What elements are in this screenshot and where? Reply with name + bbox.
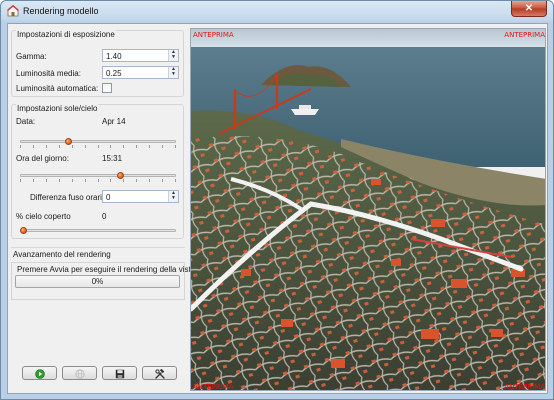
slider-tick <box>71 179 73 182</box>
gamma-stepper-arrows[interactable]: ▲ ▼ <box>168 50 178 61</box>
brightness-value: 0.25 <box>106 69 122 78</box>
down-arrow-icon[interactable]: ▼ <box>169 196 178 201</box>
slider-tick <box>149 145 151 148</box>
brightness-stepper-arrows[interactable]: ▲ ▼ <box>168 67 178 78</box>
slider-tick <box>136 179 138 182</box>
slider-tick <box>162 145 164 148</box>
close-button[interactable]: ✕ <box>511 1 547 17</box>
gamma-label: Gamma: <box>16 52 47 61</box>
slider-tick <box>149 179 151 182</box>
floppy-disk-icon <box>115 369 125 379</box>
settings-button[interactable] <box>142 366 177 380</box>
auto-brightness-label: Luminosità automatica: <box>16 84 99 93</box>
slider-tick <box>32 145 34 148</box>
down-arrow-icon[interactable]: ▼ <box>169 55 178 60</box>
date-slider-ticks <box>20 145 176 149</box>
app-icon <box>7 5 19 17</box>
slider-tick <box>175 145 176 148</box>
time-slider-thumb[interactable] <box>116 172 124 179</box>
slider-tick <box>84 179 86 182</box>
slider-tick <box>58 145 60 148</box>
slider-tick <box>162 179 164 182</box>
cloud-slider-thumb[interactable] <box>20 227 27 234</box>
render-progress-text: 0% <box>91 277 104 286</box>
preview-label-bottom-left: ANTEPRIMA <box>193 383 234 391</box>
slider-tick <box>123 179 125 182</box>
render-status-text: Premere Avvia per eseguire il rendering … <box>17 265 198 274</box>
exposure-group-title: Impostazioni di esposizione <box>16 30 116 39</box>
date-value: Apr 14 <box>102 117 126 126</box>
gamma-spinbox[interactable]: 1.40 ▲ ▼ <box>102 49 179 62</box>
date-slider-track[interactable] <box>20 140 176 143</box>
slider-tick <box>136 145 138 148</box>
render-progress-title: Avanzamento del rendering <box>13 250 111 259</box>
auto-brightness-checkbox[interactable] <box>102 83 112 93</box>
slider-tick <box>110 179 112 182</box>
cloud-cover-label: % cielo coperto <box>16 212 71 221</box>
timezone-value: 0 <box>106 193 111 202</box>
time-value: 15:31 <box>102 154 123 163</box>
slider-tick <box>20 145 21 148</box>
slider-tick <box>32 179 34 182</box>
time-slider-ticks <box>20 179 176 183</box>
time-label: Ora del giorno: <box>16 154 69 163</box>
slider-tick <box>45 145 47 148</box>
window-title: Rendering modello <box>23 6 99 16</box>
slider-tick <box>123 145 125 148</box>
title-bar[interactable]: Rendering modello ✕ <box>1 1 553 23</box>
slider-tick <box>84 145 86 148</box>
timezone-stepper-arrows[interactable]: ▲ ▼ <box>168 191 178 202</box>
timezone-spinbox[interactable]: 0 ▲ ▼ <box>102 190 179 203</box>
brightness-label: Luminosità media: <box>16 69 81 78</box>
slider-tick <box>110 145 112 148</box>
render-window: Rendering modello ✕ Impostazioni di espo… <box>0 0 554 400</box>
wrench-hammer-icon <box>155 369 165 379</box>
slider-tick <box>175 179 176 182</box>
settings-panel: Impostazioni di esposizione Gamma: 1.40 … <box>8 24 197 393</box>
preview-label-top-right: ANTEPRIMA <box>504 31 545 39</box>
section-divider <box>11 247 185 248</box>
date-label: Data: <box>16 117 36 126</box>
gamma-value: 1.40 <box>106 52 122 61</box>
start-render-button[interactable] <box>22 366 57 380</box>
save-image-button[interactable] <box>102 366 137 380</box>
render-preview-viewport[interactable]: ANTEPRIMA ANTEPRIMA ANTEPRIMA ANTEPRIMA <box>190 28 546 391</box>
sun-sky-group-title: Impostazioni sole/cielo <box>16 104 99 113</box>
preview-label-bottom-right: ANTEPRIMA <box>504 383 545 391</box>
slider-tick <box>71 145 73 148</box>
play-icon <box>35 369 45 379</box>
slider-tick <box>45 179 47 182</box>
slider-tick <box>58 179 60 182</box>
slider-tick <box>20 179 21 182</box>
time-slider-track[interactable] <box>20 174 176 177</box>
date-slider-thumb[interactable] <box>64 138 72 145</box>
window-client-area: Impostazioni di esposizione Gamma: 1.40 … <box>7 23 548 394</box>
brightness-spinbox[interactable]: 0.25 ▲ ▼ <box>102 66 179 79</box>
cloud-slider-track[interactable] <box>20 229 176 232</box>
down-arrow-icon[interactable]: ▼ <box>169 72 178 77</box>
city-model-preview-image: ANTEPRIMA ANTEPRIMA ANTEPRIMA ANTEPRIMA <box>191 29 545 391</box>
render-progress-bar: 0% <box>15 275 180 288</box>
cloud-cover-value: 0 <box>102 212 107 221</box>
globe-icon <box>75 369 85 379</box>
slider-tick <box>97 179 99 182</box>
timezone-label: Differenza fuso orario: <box>30 193 109 202</box>
slider-tick <box>97 145 99 148</box>
stop-render-button[interactable] <box>62 366 97 380</box>
preview-label-top-left: ANTEPRIMA <box>193 31 234 39</box>
